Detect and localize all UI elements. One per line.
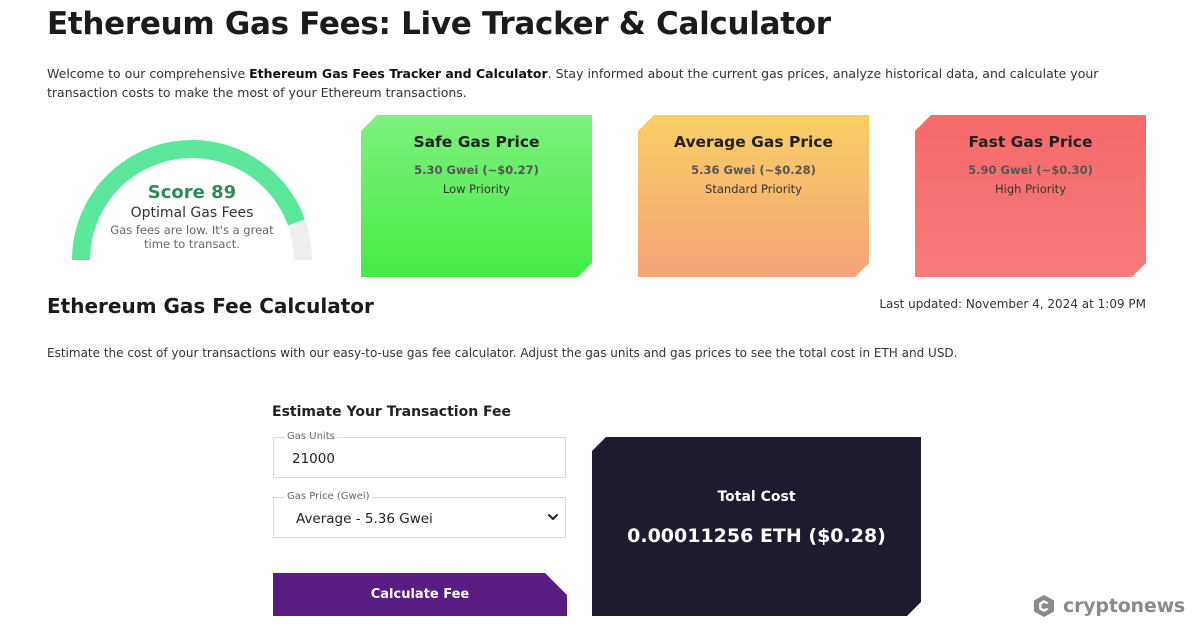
card-value: 5.36 Gwei (~$0.28) <box>691 163 816 177</box>
gas-units-field[interactable]: Gas Units 21000 <box>273 431 566 478</box>
card-priority: Standard Priority <box>705 182 802 196</box>
card-title: Safe Gas Price <box>413 133 540 151</box>
gauge-description: Gas fees are low. It's a great time to t… <box>110 223 274 251</box>
card-priority: High Priority <box>994 182 1067 196</box>
total-cost-panel: Total Cost 0.00011256 ETH ($0.28) <box>592 437 921 616</box>
gas-price-selected[interactable]: Average - 5.36 Gwei <box>296 511 433 527</box>
fast-gas-price-card: Fast Gas Price 5.90 Gwei (~$0.30) High P… <box>915 115 1146 277</box>
cryptonews-logo: cryptonews <box>1032 594 1185 618</box>
brand-name: cryptonews <box>1063 595 1186 617</box>
safe-gas-price-card: Safe Gas Price 5.30 Gwei (~$0.27) Low Pr… <box>361 115 592 277</box>
intro-text: Welcome to our comprehensive Ethereum Ga… <box>47 64 1157 102</box>
last-updated: Last updated: November 4, 2024 at 1:09 P… <box>879 297 1146 311</box>
chevron-down-icon[interactable] <box>545 509 561 525</box>
cryptonews-logo-icon <box>1034 595 1054 617</box>
intro-bold: Ethereum Gas Fees Tracker and Calculator <box>249 66 548 81</box>
gas-units-input[interactable]: 21000 <box>292 451 335 467</box>
estimate-title: Estimate Your Transaction Fee <box>272 404 512 420</box>
intro-prefix: Welcome to our comprehensive <box>47 66 250 81</box>
total-cost-value: 0.00011256 ETH ($0.28) <box>627 525 886 547</box>
card-value: 5.90 Gwei (~$0.30) <box>968 163 1093 177</box>
card-title: Fast Gas Price <box>968 133 1093 151</box>
card-value: 5.30 Gwei (~$0.27) <box>414 163 539 177</box>
page-title: Ethereum Gas Fees: Live Tracker & Calcul… <box>47 6 831 42</box>
card-priority: Low Priority <box>442 182 511 196</box>
calculator-title: Ethereum Gas Fee Calculator <box>47 294 374 318</box>
gas-units-label: Gas Units <box>285 431 337 442</box>
calculator-description: Estimate the cost of your transactions w… <box>47 346 958 360</box>
gas-price-select[interactable]: Gas Price (Gwei) Average - 5.36 Gwei <box>273 491 566 538</box>
gauge-score: Score 89 <box>147 182 237 203</box>
total-cost-label: Total Cost <box>717 489 796 505</box>
average-gas-price-card: Average Gas Price 5.36 Gwei (~$0.28) Sta… <box>638 115 869 277</box>
gas-price-label: Gas Price (Gwei) <box>285 491 372 502</box>
gauge-status: Optimal Gas Fees <box>130 205 254 221</box>
calculate-fee-button[interactable]: Calculate Fee <box>273 573 567 616</box>
score-gauge: Score 89 Optimal Gas Fees Gas fees are l… <box>64 130 320 270</box>
calculate-fee-label: Calculate Fee <box>370 587 470 602</box>
card-title: Average Gas Price <box>674 133 833 151</box>
